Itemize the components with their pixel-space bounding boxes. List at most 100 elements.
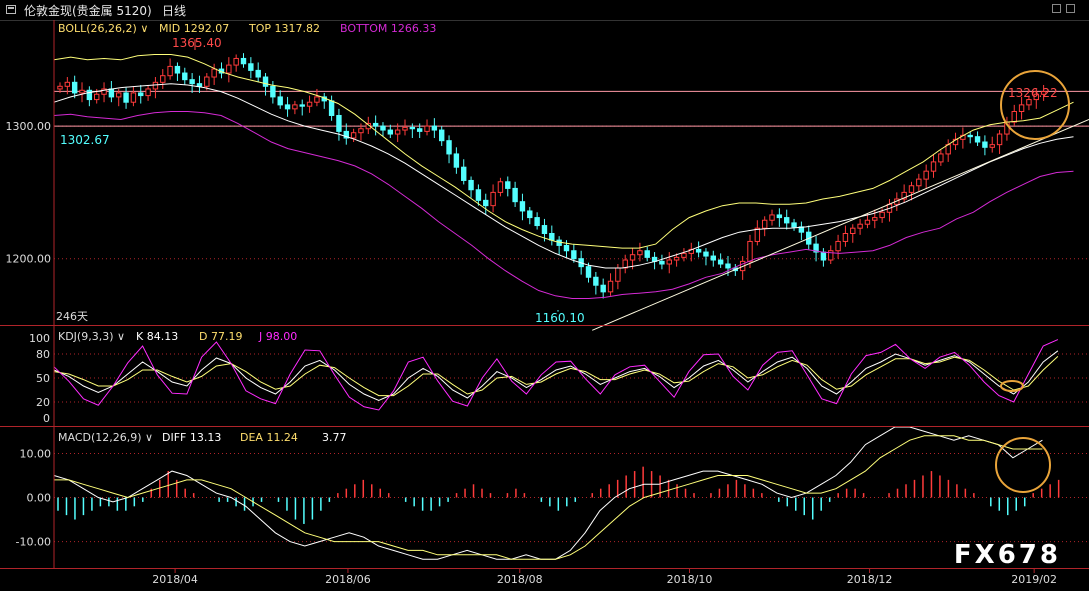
candle-body [270, 85, 276, 98]
kdj-panel [53, 339, 1059, 411]
candle-body [416, 128, 423, 132]
kdj-tick-label: 80 [36, 348, 50, 361]
candle-body [145, 88, 151, 97]
candle-body [328, 100, 335, 116]
candle-body [872, 217, 878, 221]
candle-body [240, 57, 247, 65]
candle-body [717, 259, 724, 265]
candle-body [130, 92, 137, 103]
macd-diff-line [53, 426, 1043, 560]
last-high-label: 1326.22 [1008, 86, 1058, 100]
candle-body [424, 125, 430, 132]
candle-body [930, 161, 937, 172]
kdj-tick-label: 0 [43, 412, 50, 425]
title-bar: 伦敦金现(贵金属 5120) 日线 [0, 0, 1089, 21]
candle-body [196, 83, 203, 87]
candle-body [1018, 104, 1025, 113]
kdj-tick-label: 100 [29, 332, 50, 345]
candle-body [475, 189, 482, 201]
candle-body [182, 72, 188, 81]
left-close-label: 1302.67 [60, 133, 110, 147]
x-tick-label: 2018/04 [152, 573, 198, 586]
candle-body [857, 223, 863, 229]
candle-body [967, 134, 973, 138]
boll-legend-bottom: BOTTOM 1266.33 [340, 22, 436, 35]
highlight-circle-macd [995, 437, 1051, 493]
chart-axes: 1300.00 1200.00 100 80 50 20 0 10.00 0.00 -10.00 2… [0, 20, 1089, 586]
candle-body [123, 92, 129, 103]
candle-body [776, 214, 783, 219]
candle-body [527, 210, 533, 219]
macd-legend-value: 3.77 [322, 431, 347, 444]
candle-body [446, 140, 452, 155]
kdj-tick-label: 20 [36, 396, 50, 409]
candle-body [982, 141, 988, 148]
candle-body [108, 88, 115, 98]
candle-body [879, 211, 885, 219]
macd-tick-label: -10.00 [16, 536, 51, 549]
x-tick-label: 2018/08 [497, 573, 543, 586]
minimize-icon[interactable] [1052, 4, 1061, 13]
macd-legend-diff: DIFF 13.13 [162, 431, 221, 444]
candle-body [255, 69, 261, 78]
x-tick-label: 2018/10 [667, 573, 713, 586]
candle-body [490, 191, 496, 207]
candle-body [864, 219, 871, 225]
candle-body [468, 179, 474, 191]
candle-body [725, 263, 731, 269]
macd-tick-label: 0.00 [27, 492, 52, 505]
y-tick-label: 1200.00 [6, 253, 52, 266]
candle-body [916, 178, 922, 187]
chart-area[interactable]: 1365.40 1160.10 1302.67 1326.22 246天 1300.00… [0, 20, 1089, 591]
candle-body [534, 217, 540, 227]
candle-body [607, 280, 614, 293]
candle-body [94, 93, 100, 101]
candle-body [549, 233, 555, 241]
maximize-icon[interactable] [1066, 4, 1075, 13]
candle-body [842, 233, 849, 242]
candle-body [593, 276, 599, 286]
candle-body [666, 259, 672, 265]
candle-body [402, 126, 408, 131]
candle-body [453, 153, 460, 168]
x-tick-label: 2018/06 [325, 573, 371, 586]
window-icon[interactable] [6, 5, 16, 14]
period-selector[interactable]: 日线 [162, 2, 186, 19]
candle-body [835, 240, 841, 252]
highlight-circle-main [1000, 70, 1070, 140]
low-label: 1160.10 [535, 311, 585, 325]
kdj-legend-j: J 98.00 [258, 330, 297, 343]
candle-body [189, 79, 195, 85]
candle-body [350, 132, 357, 139]
trend-line [592, 118, 1089, 331]
candle-body [284, 104, 291, 110]
candle-body [747, 240, 753, 262]
candle-body [1011, 111, 1017, 123]
candle-body [1026, 99, 1032, 106]
candle-body [497, 181, 504, 193]
boll-bottom-line [53, 111, 1074, 299]
candle-body [938, 153, 944, 163]
kdj-legend-d: D 77.19 [199, 330, 242, 343]
candle-body [600, 284, 606, 293]
boll-legend-top: TOP 1317.82 [248, 22, 320, 35]
macd-tick-label: 10.00 [20, 447, 52, 460]
candle-body [262, 76, 269, 87]
candle-body [116, 92, 122, 98]
candle-body [64, 81, 71, 87]
candle-body [791, 222, 797, 228]
candle-body [761, 219, 768, 229]
candle-body [784, 217, 790, 224]
candle-body [461, 166, 467, 181]
macd-legend-dea: DEA 11.24 [240, 431, 298, 444]
candle-body [233, 57, 239, 66]
macd-legend-indicator: MACD(12,26,9) ∨ [58, 431, 153, 444]
candle-body [483, 199, 489, 207]
candle-body [409, 126, 416, 130]
candle-body [372, 122, 379, 127]
candle-body [673, 256, 680, 261]
candle-body [505, 181, 511, 189]
candle-body [703, 251, 709, 257]
chart-legends: BOLL(26,26,2) ∨ MID 1292.07 TOP 1317.82 BOT… [58, 22, 436, 444]
candle-body [226, 64, 232, 74]
